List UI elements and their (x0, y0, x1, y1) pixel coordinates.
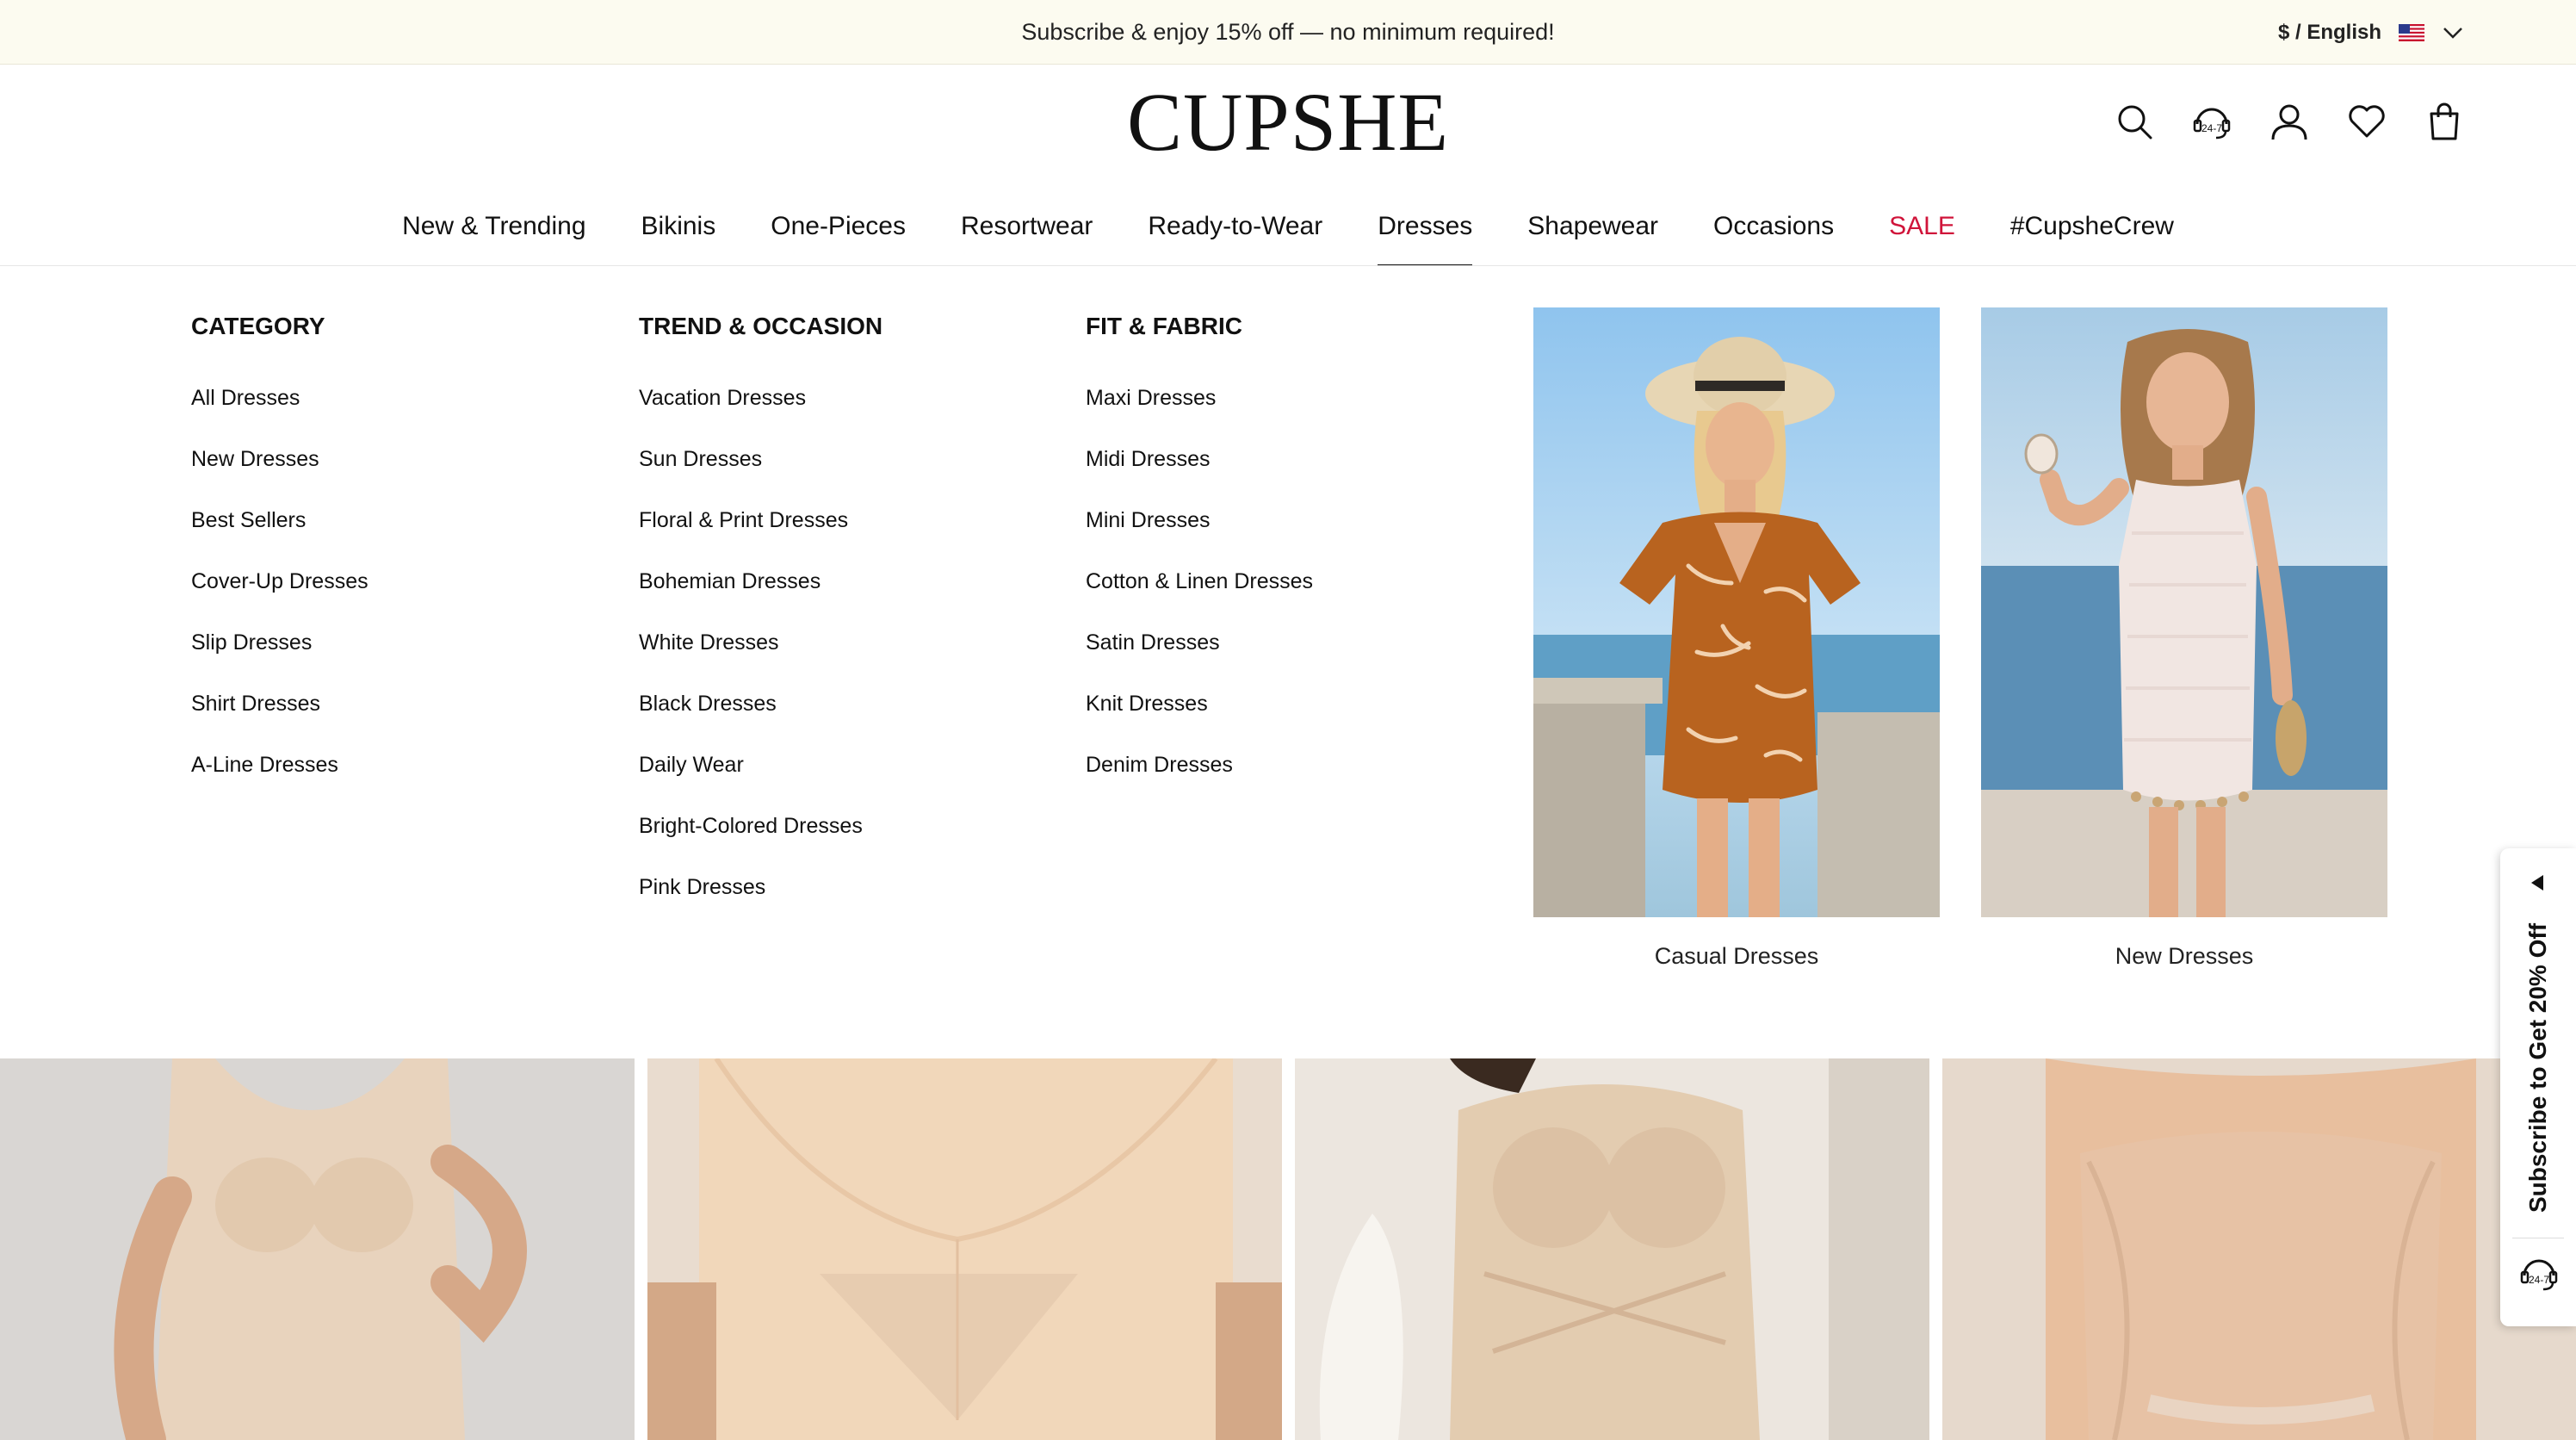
menu-column-category: CATEGORY All Dresses New Dresses Best Se… (191, 309, 368, 813)
nav-one-pieces[interactable]: One-Pieces (743, 205, 933, 267)
menu-link[interactable]: Cotton & Linen Dresses (1086, 568, 1313, 630)
nav-dresses[interactable]: Dresses (1350, 205, 1500, 267)
nav-new-trending[interactable]: New & Trending (375, 205, 613, 267)
menu-column-fit-fabric: FIT & FABRIC Maxi Dresses Midi Dresses M… (1086, 309, 1313, 813)
dresses-mega-menu: CATEGORY All Dresses New Dresses Best Se… (0, 266, 2576, 1058)
menu-link[interactable]: Black Dresses (639, 691, 882, 752)
menu-link[interactable]: All Dresses (191, 385, 368, 446)
nav-ready-to-wear[interactable]: Ready-to-Wear (1120, 205, 1350, 267)
menu-link[interactable]: Pink Dresses (639, 874, 882, 935)
nav-occasions[interactable]: Occasions (1686, 205, 1861, 267)
nav-resortwear[interactable]: Resortwear (933, 205, 1120, 267)
product-tile-wrap-bodysuit[interactable] (1295, 1058, 1929, 1440)
promo-text[interactable]: Subscribe & enjoy 15% off — no minimum r… (0, 0, 2576, 65)
promo-caption[interactable]: New Dresses (1981, 943, 2387, 970)
menu-link[interactable]: Cover-Up Dresses (191, 568, 368, 630)
menu-link[interactable]: Denim Dresses (1086, 752, 1313, 813)
column-heading: TREND & OCCASION (639, 313, 883, 339)
menu-link[interactable]: Sun Dresses (639, 446, 882, 507)
support-24-7-icon[interactable]: 24-7 (2192, 102, 2232, 141)
menu-link[interactable]: Mini Dresses (1086, 507, 1313, 568)
menu-link[interactable]: Floral & Print Dresses (639, 507, 882, 568)
menu-link[interactable]: Bohemian Dresses (639, 568, 882, 630)
product-tile-bodysuit[interactable] (0, 1058, 635, 1440)
promo-image-casual-dress[interactable] (1533, 307, 1940, 917)
column-heading: CATEGORY (191, 313, 325, 339)
nav-sale[interactable]: SALE (1861, 205, 1983, 267)
menu-link[interactable]: Midi Dresses (1086, 446, 1313, 507)
account-icon[interactable] (2269, 102, 2309, 141)
chevron-down-icon (2443, 27, 2462, 39)
chat-label: 24-7 (2529, 1274, 2549, 1286)
subscribe-offer-text: Subscribe to Get 20% Off (2524, 922, 2551, 1213)
wishlist-icon[interactable] (2347, 102, 2387, 141)
menu-link[interactable]: Daily Wear (639, 752, 882, 813)
bag-icon[interactable] (2424, 102, 2464, 141)
menu-link[interactable]: Best Sellers (191, 507, 368, 568)
menu-link[interactable]: White Dresses (639, 630, 882, 691)
product-tile-strapless-bodysuit[interactable] (1942, 1058, 2576, 1440)
search-icon[interactable] (2115, 102, 2154, 141)
locale-selector[interactable]: $ / English (2278, 0, 2464, 65)
product-tile-deep-v-bodysuit[interactable] (647, 1058, 1282, 1440)
nav-shapewear[interactable]: Shapewear (1500, 205, 1686, 267)
us-flag-icon (2399, 23, 2424, 41)
product-image-strip (0, 1058, 2576, 1440)
nav-cupshecrew[interactable]: #CupsheCrew (1983, 205, 2201, 267)
menu-link[interactable]: Shirt Dresses (191, 691, 368, 752)
menu-link[interactable]: A-Line Dresses (191, 752, 368, 813)
promo-image-white-dress[interactable] (1981, 307, 2387, 917)
column-heading: FIT & FABRIC (1086, 313, 1242, 339)
subscribe-offer[interactable]: Subscribe to Get 20% Off (2500, 909, 2576, 1227)
promo-caption[interactable]: Casual Dresses (1533, 943, 1940, 970)
menu-link[interactable]: Maxi Dresses (1086, 385, 1313, 446)
support-24-7-icon[interactable]: 24-7 (2519, 1253, 2559, 1293)
promo-bar: Subscribe & enjoy 15% off — no minimum r… (0, 0, 2576, 65)
header-icons: 24-7 (2115, 102, 2464, 141)
locale-label: $ / English (2277, 20, 2381, 44)
promo-card-casual-dresses[interactable]: Casual Dresses (1533, 307, 1940, 970)
main-nav: New & Trending Bikinis One-Pieces Resort… (0, 205, 2576, 267)
menu-link[interactable]: Slip Dresses (191, 630, 368, 691)
menu-link[interactable]: Bright-Colored Dresses (639, 813, 882, 874)
menu-link[interactable]: Vacation Dresses (639, 385, 882, 446)
collapse-arrow-icon[interactable] (2528, 872, 2548, 893)
menu-link[interactable]: Satin Dresses (1086, 630, 1313, 691)
menu-column-trend-occasion: TREND & OCCASION Vacation Dresses Sun Dr… (639, 309, 882, 935)
support-label: 24-7 (2201, 122, 2222, 134)
subscribe-side-tab[interactable]: Subscribe to Get 20% Off 24-7 (2500, 848, 2576, 1326)
promo-card-new-dresses[interactable]: New Dresses (1981, 307, 2387, 970)
menu-link[interactable]: Knit Dresses (1086, 691, 1313, 752)
menu-link[interactable]: New Dresses (191, 446, 368, 507)
nav-bikinis[interactable]: Bikinis (614, 205, 744, 267)
